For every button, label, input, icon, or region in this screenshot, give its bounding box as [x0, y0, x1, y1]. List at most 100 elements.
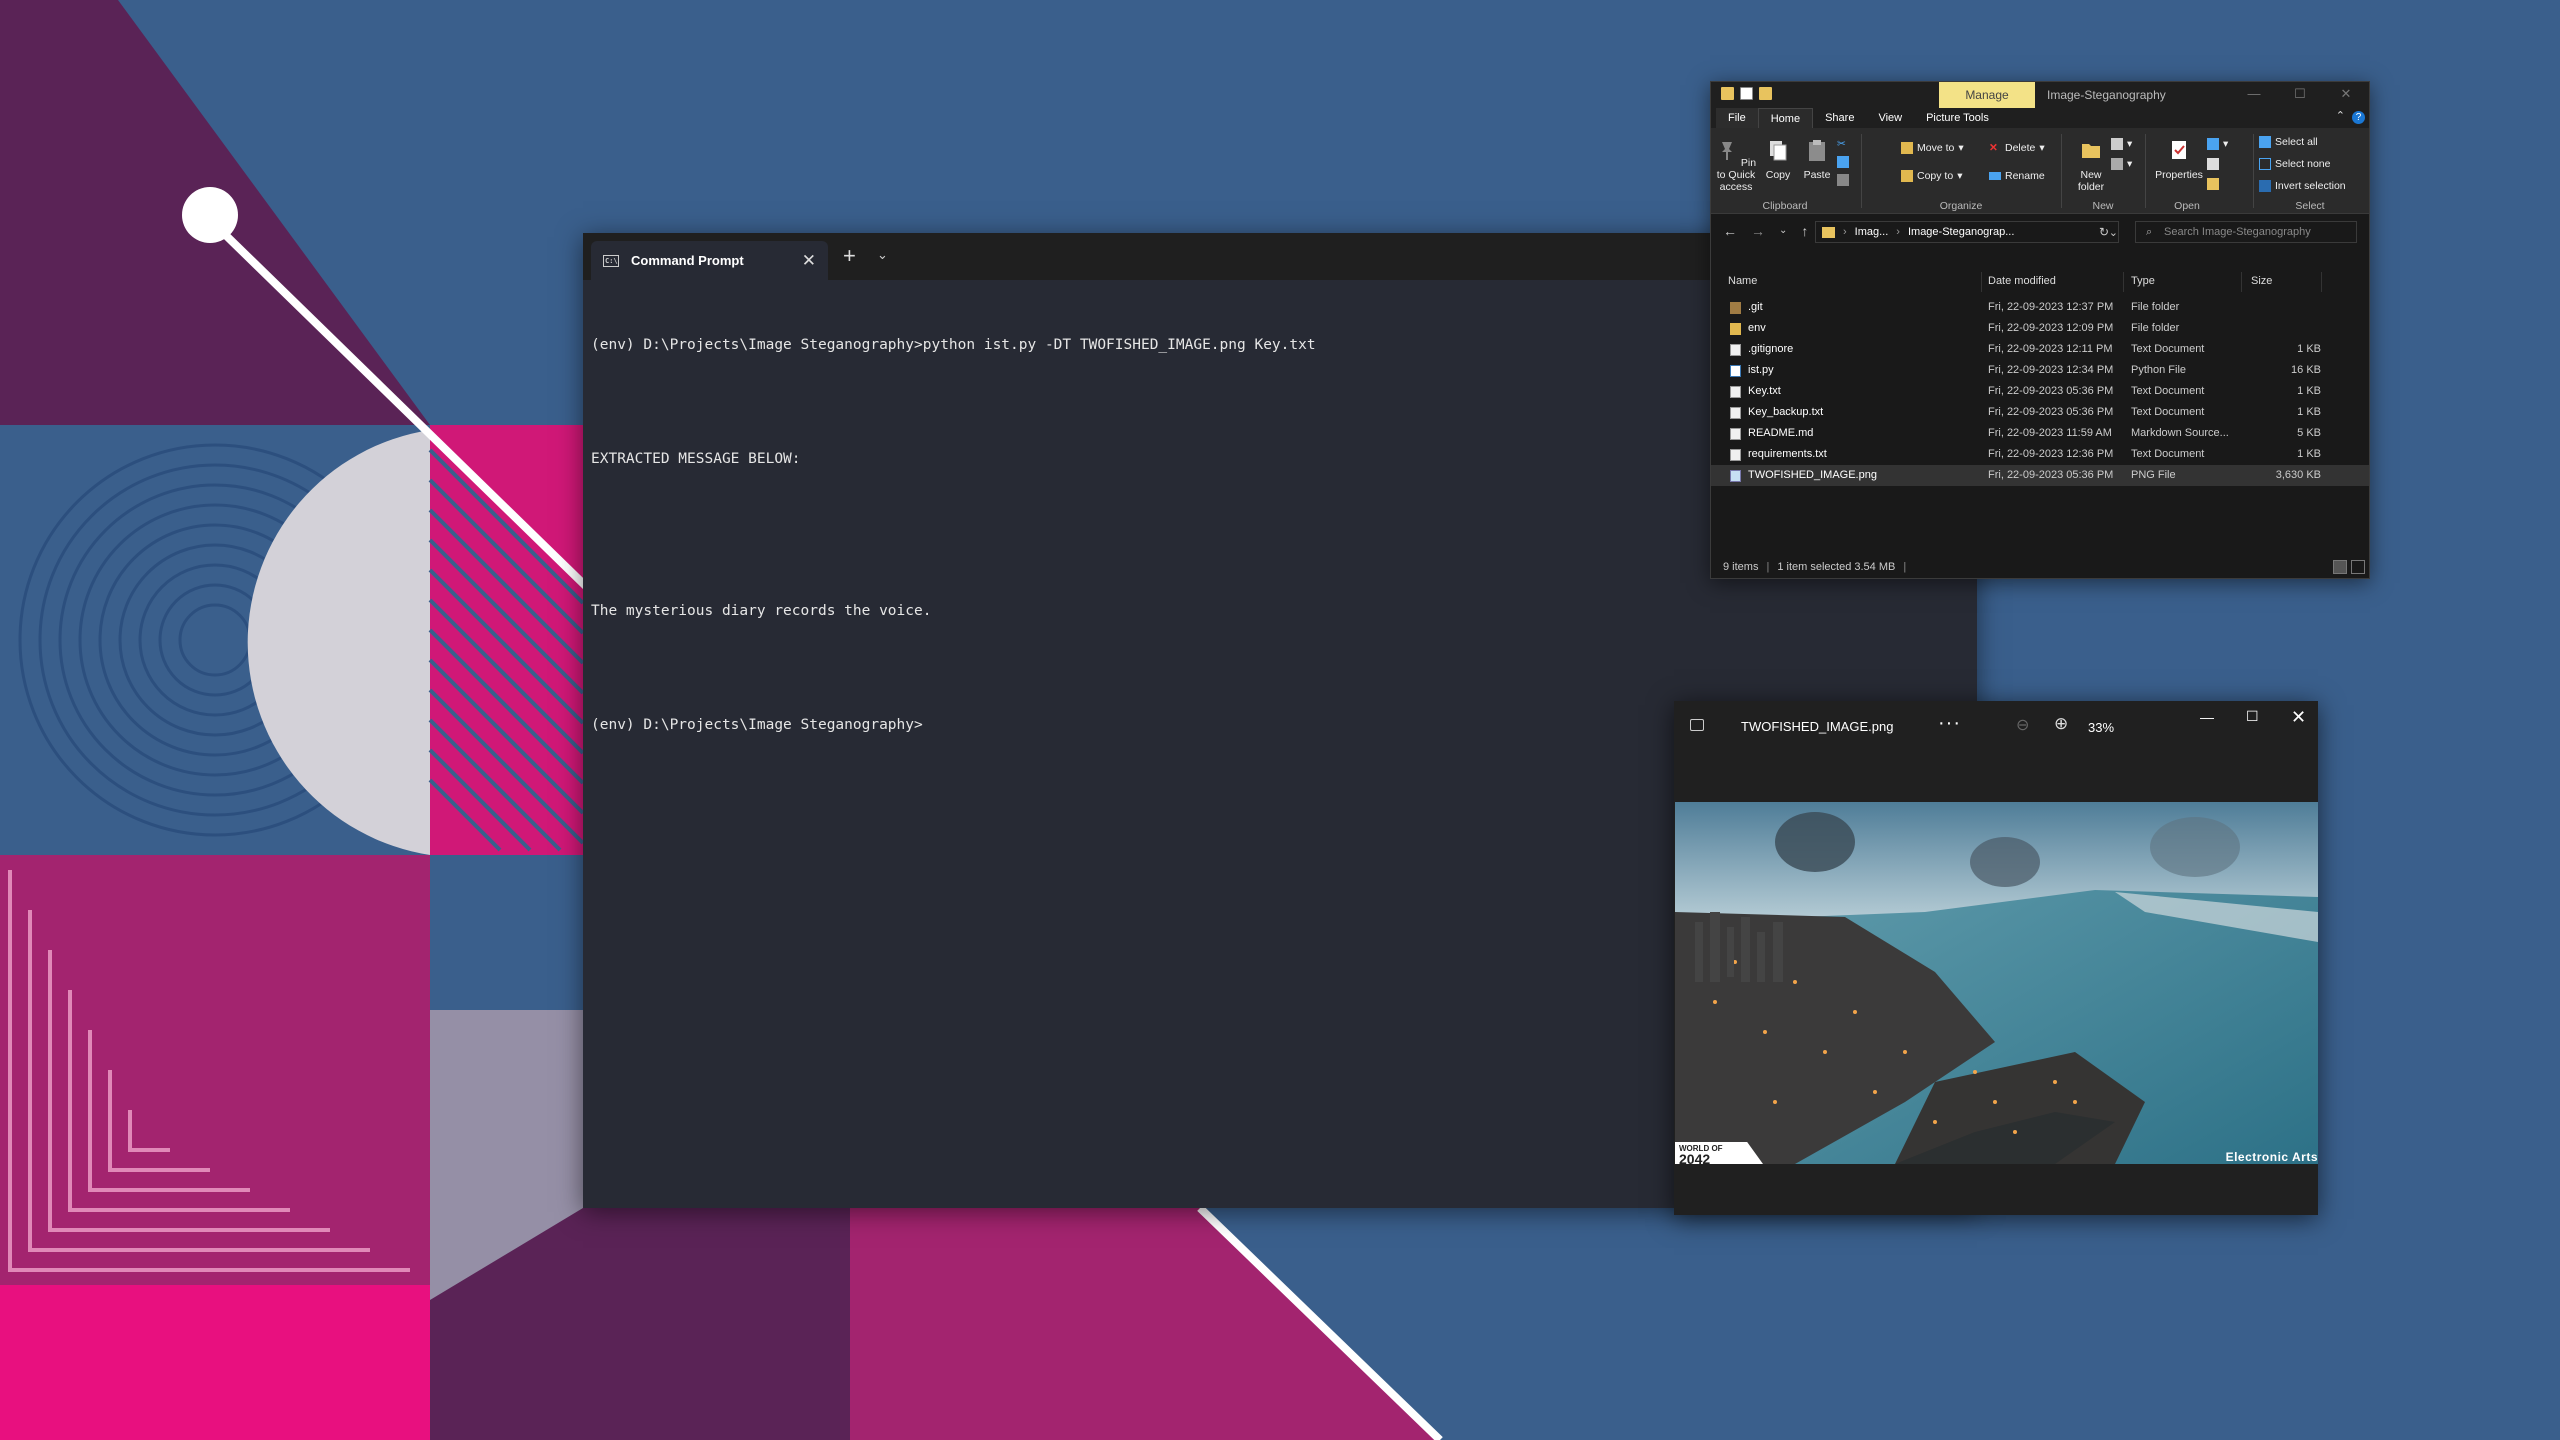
file-row[interactable]: env Fri, 22-09-2023 12:09 PM File folder [1711, 318, 2369, 339]
column-size[interactable]: Size [2251, 275, 2272, 287]
refresh-icon[interactable]: ↻ [2099, 225, 2109, 239]
city-port-photo [1675, 802, 2318, 1164]
cmd-icon: C:\ [603, 254, 619, 267]
file-explorer-window[interactable]: Manage Image-Steganography — ☐ ✕ File Ho… [1710, 81, 2370, 579]
easy-access-button[interactable]: ▾ [2111, 158, 2132, 170]
delete-button[interactable]: ✕ Delete ▾ [1989, 142, 2045, 154]
column-name[interactable]: Name [1728, 275, 1757, 287]
open-button[interactable]: ▾ [2207, 138, 2228, 150]
help-icon[interactable]: ? [2352, 111, 2365, 124]
file-row-selected[interactable]: TWOFISHED_IMAGE.png Fri, 22-09-2023 05:36… [1711, 465, 2369, 486]
rename-button[interactable]: Rename [1989, 170, 2045, 182]
group-select: Select [2295, 200, 2325, 212]
copy-button[interactable]: Copy [1763, 138, 1793, 181]
copy-icon [1770, 141, 1787, 161]
address-dropdown-icon[interactable]: ⌄ [2109, 226, 2118, 239]
file-row[interactable]: .git Fri, 22-09-2023 12:37 PM File folder [1711, 297, 2369, 318]
select-none-button[interactable]: Select none [2259, 158, 2330, 170]
details-view-icon[interactable] [2333, 560, 2347, 574]
breadcrumb-1[interactable]: Imag... [1855, 226, 1889, 238]
new-folder-button[interactable]: New folder [2069, 138, 2113, 193]
properties-button[interactable]: Properties [2151, 138, 2207, 181]
edit-button[interactable] [2207, 158, 2219, 170]
photo-viewer-window[interactable]: TWOFISHED_IMAGE.png ··· ⊖ ⊕ 33% — ☐ ✕ WO… [1674, 701, 2318, 1215]
cut-button[interactable]: ✂ [1837, 138, 1849, 150]
close-icon[interactable]: ✕ [2291, 707, 2306, 728]
minimize-icon[interactable]: — [2231, 82, 2277, 106]
close-tab-icon[interactable]: ✕ [802, 251, 816, 271]
close-icon[interactable]: ✕ [2323, 82, 2369, 106]
search-input[interactable]: ⌕ Search Image-Steganography [2135, 221, 2357, 243]
file-row[interactable]: Key.txt Fri, 22-09-2023 05:36 PM Text Docu… [1711, 381, 2369, 402]
column-type[interactable]: Type [2131, 275, 2155, 287]
properties-qa-icon[interactable] [1740, 87, 1753, 100]
move-to-label: Move to [1917, 142, 1955, 154]
new-folder-qa-icon[interactable] [1759, 87, 1772, 100]
collapse-ribbon-icon[interactable]: ⌃ [2336, 109, 2345, 122]
breadcrumb-2[interactable]: Image-Steganograp... [1908, 226, 2014, 238]
search-placeholder: Search Image-Steganography [2164, 226, 2311, 238]
text-file-icon [1730, 344, 1741, 356]
pin-quick-access-button[interactable]: Pin to Quick access [1715, 138, 1757, 193]
invert-selection-button[interactable]: Invert selection [2259, 180, 2346, 192]
copy-path-button[interactable] [1837, 156, 1849, 168]
copy-to-button[interactable]: Copy to ▾ [1901, 170, 1962, 182]
file-row[interactable]: .gitignore Fri, 22-09-2023 12:11 PM Text D… [1711, 339, 2369, 360]
folder-icon [1721, 87, 1734, 100]
address-bar[interactable]: › Imag... › Image-Steganograp... ⌄ [1815, 221, 2119, 243]
new-tab-icon[interactable]: + [843, 243, 856, 269]
pin-icon [1721, 142, 1732, 160]
delete-label: Delete [2005, 142, 2036, 154]
tab-home[interactable]: Home [1757, 107, 1814, 129]
paste-button[interactable]: Paste [1801, 138, 1833, 181]
desktop: C:\ Command Prompt ✕ + ⌄ (env) D:\Projec… [0, 0, 2560, 1440]
more-options-icon[interactable]: ··· [1938, 712, 1961, 735]
tab-share[interactable]: Share [1813, 108, 1866, 128]
tab-view[interactable]: View [1866, 108, 1914, 128]
file-list: .git Fri, 22-09-2023 12:37 PM File folder … [1711, 297, 2369, 486]
select-none-label: Select none [2275, 158, 2331, 170]
minimize-icon[interactable]: — [2200, 709, 2214, 725]
text-file-icon [1730, 407, 1741, 419]
explorer-window-title: Image-Steganography [2047, 88, 2166, 102]
folder-icon [1730, 323, 1741, 335]
new-folder-icon [2082, 144, 2100, 158]
column-date-modified[interactable]: Date modified [1988, 275, 2056, 287]
image-file-icon [1730, 470, 1741, 482]
select-all-button[interactable]: Select all [2259, 136, 2318, 148]
file-row[interactable]: README.md Fri, 22-09-2023 11:59 AM Markdow… [1711, 423, 2369, 444]
tab-picture-tools[interactable]: Picture Tools [1914, 108, 2001, 128]
paste-shortcut-icon [1837, 174, 1849, 186]
terminal-tab[interactable]: C:\ Command Prompt ✕ [591, 241, 828, 280]
pin-label: Pin to Quick access [1716, 157, 1757, 193]
large-icons-view-icon[interactable] [2351, 560, 2365, 574]
group-organize: Organize [1939, 200, 1983, 212]
manage-context-tab[interactable]: Manage [1939, 82, 2035, 108]
recent-dropdown-icon[interactable]: ⌄ [1779, 223, 1787, 239]
terminal-line: The mysterious diary records the voice. [591, 603, 932, 619]
selection-info: 1 item selected 3.54 MB [1777, 561, 1896, 573]
zoom-in-icon[interactable]: ⊕ [2054, 714, 2068, 734]
chevron-down-icon[interactable]: ⌄ [877, 247, 888, 263]
back-icon[interactable]: ← [1723, 223, 1737, 239]
file-row[interactable]: ist.py Fri, 22-09-2023 12:34 PM Python Fil… [1711, 360, 2369, 381]
maximize-icon[interactable]: ☐ [2277, 82, 2323, 106]
new-item-button[interactable]: ▾ [2111, 138, 2132, 150]
open-icon [2207, 138, 2219, 150]
zoom-level[interactable]: 33% [2088, 720, 2114, 735]
quick-access-toolbar [1721, 87, 1772, 100]
up-icon[interactable]: ↑ [1801, 223, 1808, 239]
move-to-button[interactable]: Move to ▾ [1901, 142, 1964, 154]
paste-shortcut-button[interactable] [1837, 174, 1849, 186]
forward-icon[interactable]: → [1751, 223, 1765, 239]
explorer-title-bar: Manage Image-Steganography — ☐ ✕ [1711, 82, 2369, 108]
photo-image[interactable]: WORLD OF 2042 Electronic Arts [1675, 802, 2318, 1164]
tab-file[interactable]: File [1716, 108, 1758, 128]
file-row[interactable]: requirements.txt Fri, 22-09-2023 12:36 PM… [1711, 444, 2369, 465]
paste-label: Paste [1803, 169, 1831, 181]
history-button[interactable] [2207, 178, 2219, 190]
maximize-icon[interactable]: ☐ [2246, 708, 2259, 725]
file-row[interactable]: Key_backup.txt Fri, 22-09-2023 05:36 PM Te… [1711, 402, 2369, 423]
terminal-tab-title: Command Prompt [631, 253, 744, 268]
zoom-out-icon[interactable]: ⊖ [2016, 715, 2029, 735]
